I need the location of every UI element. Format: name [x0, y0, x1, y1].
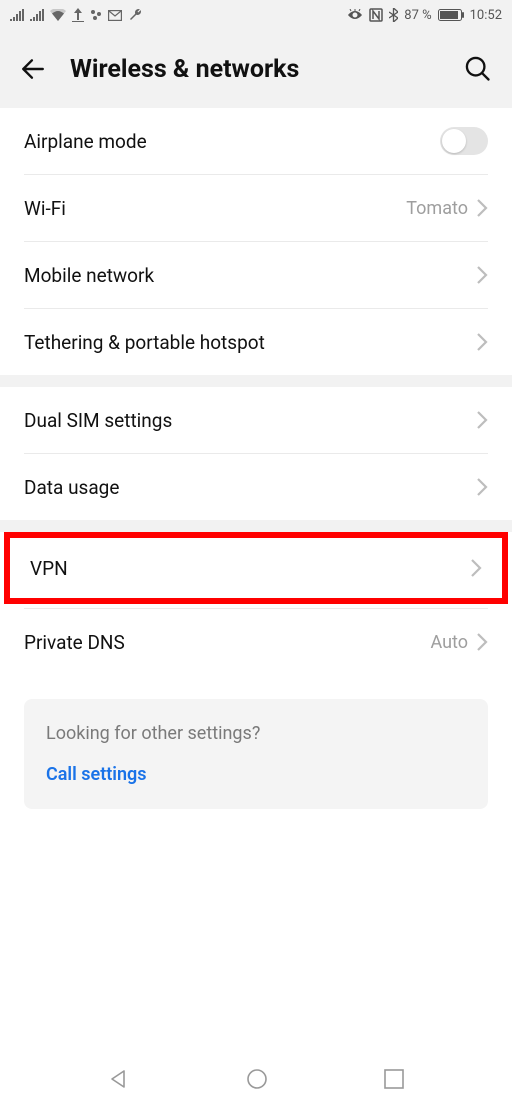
- row-airplane-mode[interactable]: Airplane mode: [0, 108, 512, 174]
- footer-card: Looking for other settings? Call setting…: [24, 699, 488, 809]
- row-wifi[interactable]: Wi-Fi Tomato: [0, 175, 512, 241]
- signal-icon: [10, 9, 24, 21]
- clock-text: 10:52: [470, 8, 502, 23]
- header: Wireless & networks: [0, 30, 512, 108]
- row-label: Private DNS: [24, 631, 430, 654]
- row-label: VPN: [30, 557, 470, 580]
- airplane-toggle[interactable]: [440, 127, 488, 155]
- signal-icon: [30, 9, 44, 21]
- battery-icon: [438, 9, 464, 21]
- call-settings-link[interactable]: Call settings: [46, 764, 466, 785]
- chevron-right-icon: [476, 410, 488, 430]
- row-value: Tomato: [406, 198, 468, 219]
- upload-icon: [72, 8, 84, 22]
- nav-recent-icon[interactable]: [383, 1068, 405, 1090]
- row-label: Mobile network: [24, 264, 476, 287]
- row-label: Dual SIM settings: [24, 409, 476, 432]
- row-vpn[interactable]: VPN: [10, 538, 502, 598]
- row-private-dns[interactable]: Private DNS Auto: [0, 609, 512, 675]
- row-label: Wi-Fi: [24, 197, 406, 220]
- row-label: Tethering & portable hotspot: [24, 331, 476, 354]
- search-icon[interactable]: [464, 55, 492, 83]
- content: Airplane mode Wi-Fi Tomato Mobile networ…: [0, 108, 512, 809]
- row-data-usage[interactable]: Data usage: [0, 454, 512, 520]
- battery-text: 87 %: [404, 8, 431, 23]
- toggle-knob: [442, 129, 466, 153]
- row-label: Airplane mode: [24, 130, 440, 153]
- status-left: [10, 8, 142, 22]
- eye-icon: [347, 9, 363, 21]
- mail-icon: [108, 10, 122, 21]
- bluetooth-icon: [389, 8, 398, 22]
- page-title: Wireless & networks: [70, 55, 440, 84]
- nav-bar: [0, 1049, 512, 1109]
- wrench-icon: [128, 8, 142, 22]
- back-icon[interactable]: [20, 56, 46, 82]
- footer-hint: Looking for other settings?: [46, 723, 466, 744]
- chevron-right-icon: [476, 332, 488, 352]
- nav-back-icon[interactable]: [107, 1067, 131, 1091]
- row-tethering[interactable]: Tethering & portable hotspot: [0, 309, 512, 375]
- row-label: Data usage: [24, 476, 476, 499]
- row-value: Auto: [430, 632, 468, 653]
- chevron-right-icon: [476, 477, 488, 497]
- row-dual-sim[interactable]: Dual SIM settings: [0, 387, 512, 453]
- wifi-icon: [50, 9, 66, 21]
- chevron-right-icon: [476, 265, 488, 285]
- vpn-highlight: VPN: [4, 532, 508, 604]
- status-bar: 87 % 10:52: [0, 0, 512, 30]
- status-right: 87 % 10:52: [347, 8, 502, 23]
- chevron-right-icon: [476, 198, 488, 218]
- chevron-right-icon: [476, 632, 488, 652]
- dots-icon: [90, 9, 102, 21]
- nfc-icon: [369, 8, 383, 22]
- row-mobile-network[interactable]: Mobile network: [0, 242, 512, 308]
- chevron-right-icon: [470, 558, 482, 578]
- nav-home-icon[interactable]: [245, 1067, 269, 1091]
